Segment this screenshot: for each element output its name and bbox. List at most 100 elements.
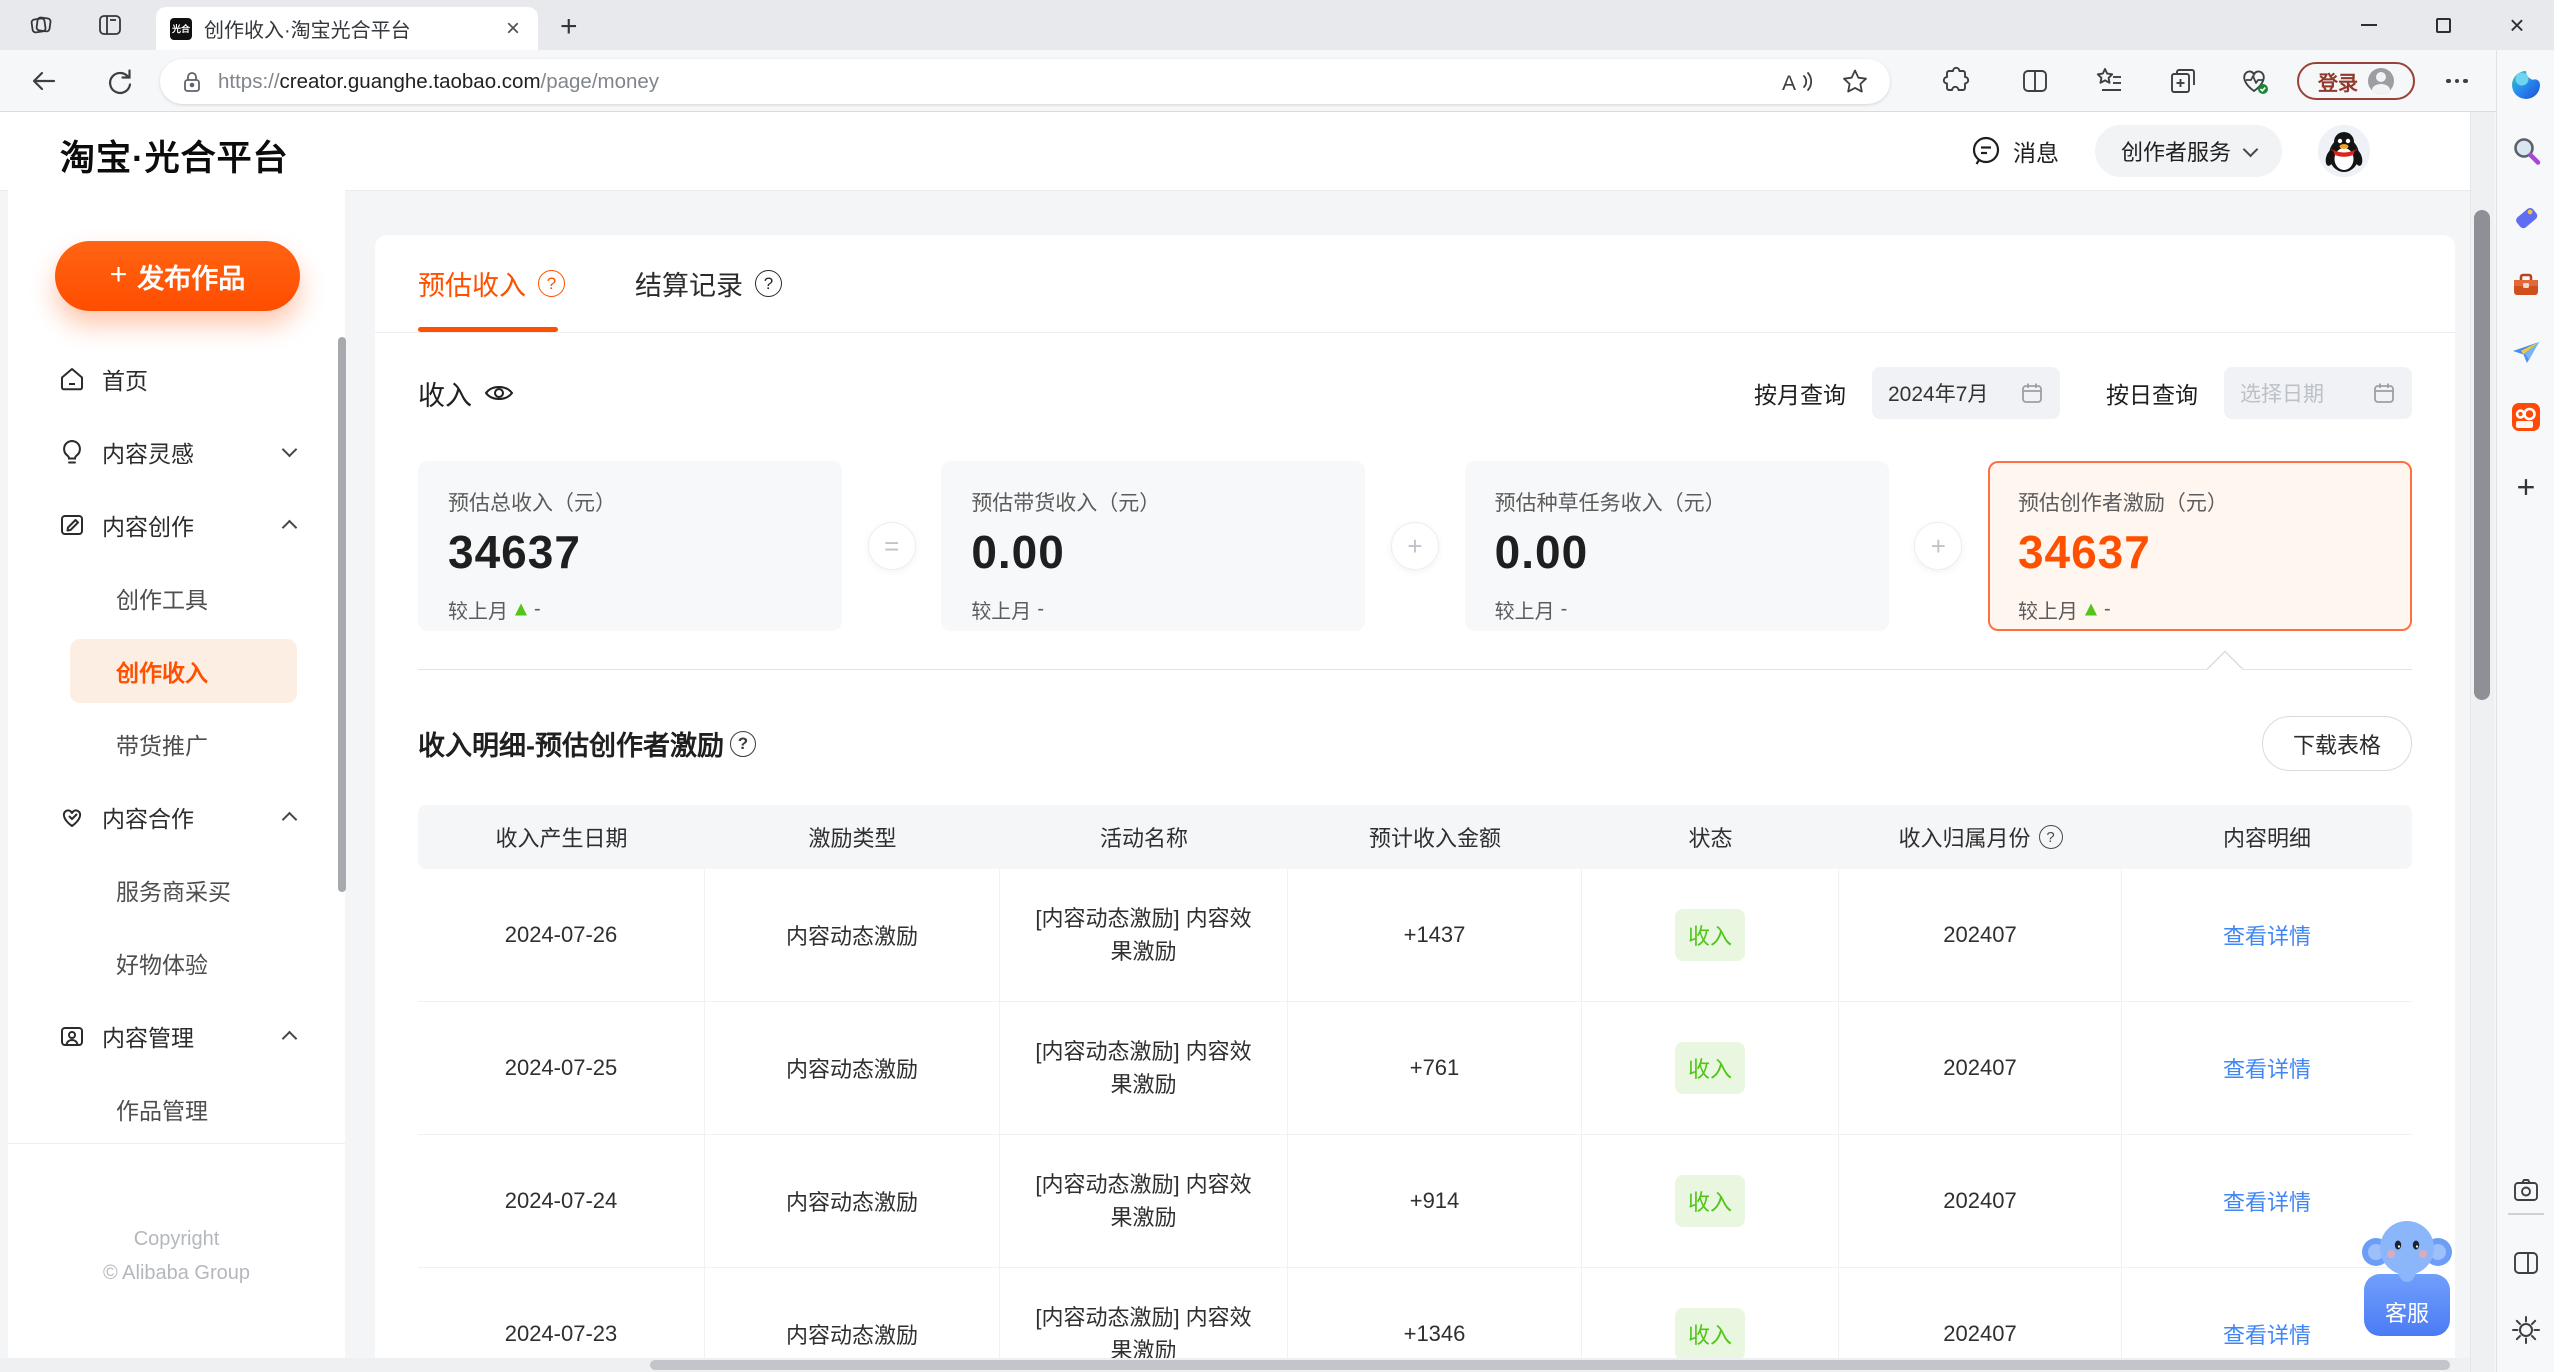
browser-signin-button[interactable]: 登录 <box>2297 62 2415 100</box>
browser-menu-icon[interactable] <box>2440 64 2474 98</box>
help-icon[interactable]: ? <box>730 730 756 757</box>
sidebar-item-带货推广[interactable]: 带货推广 <box>8 707 345 780</box>
detail-link-cell: 查看详情 <box>2122 1002 2412 1134</box>
sidebar-item-作品管理[interactable]: 作品管理 <box>8 1072 345 1145</box>
sidebar-subitem-label: 创作工具 <box>116 586 208 613</box>
day-picker-input[interactable]: 选择日期 <box>2224 367 2412 419</box>
tab-close-icon[interactable]: × <box>502 15 524 43</box>
rail-divider <box>2508 1213 2544 1215</box>
sidebar-toggle-icon[interactable] <box>2509 1246 2543 1280</box>
sidebar-item-创作收入[interactable]: 创作收入 <box>8 634 345 707</box>
help-icon[interactable]: ? <box>755 270 782 297</box>
idcard-icon <box>58 1022 86 1050</box>
summary-card-3[interactable]: 预估种草任务收入（元） 0.00 较上月 - <box>1464 461 1889 631</box>
view-detail-link[interactable]: 查看详情 <box>2223 1052 2311 1084</box>
browser-titlebar: 光合 创作收入·淘宝光合平台 × + × <box>0 0 2554 50</box>
sidebar-subitem-label: 服务商采买 <box>116 878 231 905</box>
window-maximize-button[interactable] <box>2406 0 2480 50</box>
column-header-预计收入金额: 预计收入金额 <box>1368 826 1501 851</box>
card-compare: 较上月 - <box>448 598 541 623</box>
activity-name-cell: [内容动态激励] 内容效果激励 <box>1000 869 1288 1001</box>
view-detail-link[interactable]: 查看详情 <box>2223 919 2311 951</box>
window-minimize-button[interactable] <box>2332 0 2406 50</box>
plus-icon: + <box>109 257 128 291</box>
eye-icon[interactable] <box>484 382 514 404</box>
home-icon <box>58 365 86 393</box>
summary-card-4[interactable]: 预估创作者激励（元） 34637 较上月 - <box>1987 461 2412 631</box>
shopping-tag-icon[interactable] <box>2509 201 2543 235</box>
browser-toolbar: https://creator.guanghe.taobao.com/page/… <box>0 50 2554 112</box>
favorite-star-icon[interactable] <box>1840 67 1870 97</box>
detail-section-header: 收入明细-预估创作者激励 ? 下载表格 <box>418 716 2412 771</box>
summary-card-1[interactable]: 预估总收入（元） 34637 较上月 - <box>418 461 842 631</box>
browser-essentials-icon[interactable] <box>2238 64 2272 98</box>
status-cell: 收入 <box>1582 1002 1839 1134</box>
workspaces-icon[interactable] <box>28 11 56 39</box>
table-row: 2024-07-26 内容动态激励 [内容动态激励] 内容效果激励 +1437 收入 20… <box>418 869 2412 1002</box>
creator-service-dropdown[interactable]: 创作者服务 <box>2094 125 2282 177</box>
new-tab-button[interactable]: + <box>560 10 578 44</box>
sidebar-item-内容管理[interactable]: 内容管理 <box>8 999 345 1072</box>
income-section-label: 收入 <box>418 374 514 413</box>
page-horizontal-scrollbar-thumb[interactable] <box>650 1360 2450 1370</box>
column-header-活动名称: 活动名称 <box>1099 826 1188 851</box>
view-detail-link[interactable]: 查看详情 <box>2223 1318 2311 1350</box>
sidebar-scrollbar[interactable] <box>338 337 346 892</box>
month-picker-input[interactable]: 2024年7月 <box>1872 367 2060 419</box>
toolbox-icon[interactable] <box>2509 268 2543 302</box>
messages-button[interactable]: 消息 <box>1969 134 2059 168</box>
page-vertical-scrollbar-thumb[interactable] <box>2474 210 2490 700</box>
sidebar-item-内容创作[interactable]: 内容创作 <box>8 488 345 561</box>
income-filter-row: 收入 按月查询 2024年7月 按日查询 选择日期 <box>418 365 2412 421</box>
window-close-button[interactable]: × <box>2480 0 2554 50</box>
incentive-type-cell: 内容动态激励 <box>705 869 1000 1001</box>
copilot-icon[interactable] <box>2509 68 2543 102</box>
favorites-list-icon[interactable] <box>2093 64 2127 98</box>
help-icon[interactable]: ? <box>538 270 565 297</box>
send-plane-icon[interactable] <box>2509 335 2543 369</box>
income-date-cell: 2024-07-25 <box>418 1002 705 1134</box>
income-status-badge: 收入 <box>1674 1042 1745 1094</box>
kuaishou-icon[interactable] <box>2509 400 2543 434</box>
browser-tab-active[interactable]: 光合 创作收入·淘宝光合平台 × <box>156 7 538 50</box>
search-icon[interactable] <box>2509 134 2543 168</box>
vertical-tabs-icon[interactable] <box>96 11 124 39</box>
view-detail-link[interactable]: 查看详情 <box>2223 1185 2311 1217</box>
add-sidebar-app-icon[interactable]: + <box>2509 469 2543 505</box>
download-table-button[interactable]: 下载表格 <box>2262 716 2412 771</box>
guanghe-logo[interactable]: 淘宝·光合平台 <box>60 130 289 181</box>
sidebar-item-首页[interactable]: 首页 <box>8 342 345 415</box>
collections-icon[interactable] <box>2166 64 2200 98</box>
card-compare: 较上月 - <box>971 598 1044 623</box>
edge-browser-window: { "browser": { "tab_title": "创作收入·淘宝光合平台… <box>0 0 2554 1372</box>
customer-service-widget[interactable]: 客服 <box>2362 1212 2452 1336</box>
sidebar: + 发布作品 首页 内容灵感 内容创作创作工具创作收入 带货推广 内容合作服务商采买好物… <box>8 190 346 1372</box>
address-bar[interactable]: https://creator.guanghe.taobao.com/page/… <box>160 59 1890 104</box>
publish-work-button[interactable]: + 发布作品 <box>55 241 300 311</box>
calendar-icon <box>2374 383 2394 403</box>
sidebar-item-内容合作[interactable]: 内容合作 <box>8 780 345 853</box>
sidebar-item-服务商采买[interactable]: 服务商采买 <box>8 853 345 926</box>
summary-card-2[interactable]: 预估带货收入（元） 0.00 较上月 - <box>941 461 1366 631</box>
extensions-icon[interactable] <box>1938 64 1972 98</box>
sidebar-item-创作工具[interactable]: 创作工具 <box>8 561 345 634</box>
user-avatar[interactable] <box>2318 125 2370 177</box>
sidebar-item-好物体验[interactable]: 好物体验 <box>8 926 345 999</box>
tab-estimated-income[interactable]: 预估收入 ? <box>418 235 565 332</box>
day-picker-placeholder: 选择日期 <box>2240 383 2324 406</box>
operator-plus-icon: + <box>1390 522 1439 570</box>
close-icon: × <box>2509 9 2525 40</box>
reload-button[interactable] <box>103 65 135 97</box>
read-aloud-icon[interactable]: A <box>1780 67 1814 97</box>
split-screen-icon[interactable] <box>2018 64 2052 98</box>
elephant-mascot-icon <box>2362 1221 2452 1282</box>
screenshot-icon[interactable] <box>2509 1174 2543 1208</box>
tab-settlement-records[interactable]: 结算记录 ? <box>635 235 782 332</box>
calendar-icon <box>2022 383 2042 403</box>
back-button[interactable] <box>28 65 60 97</box>
settings-gear-icon[interactable] <box>2509 1313 2543 1347</box>
cards-divider <box>418 650 2412 688</box>
help-icon[interactable]: ? <box>2038 825 2063 849</box>
sidebar-item-内容灵感[interactable]: 内容灵感 <box>8 415 345 488</box>
card-value: 0.00 <box>1494 526 1589 578</box>
